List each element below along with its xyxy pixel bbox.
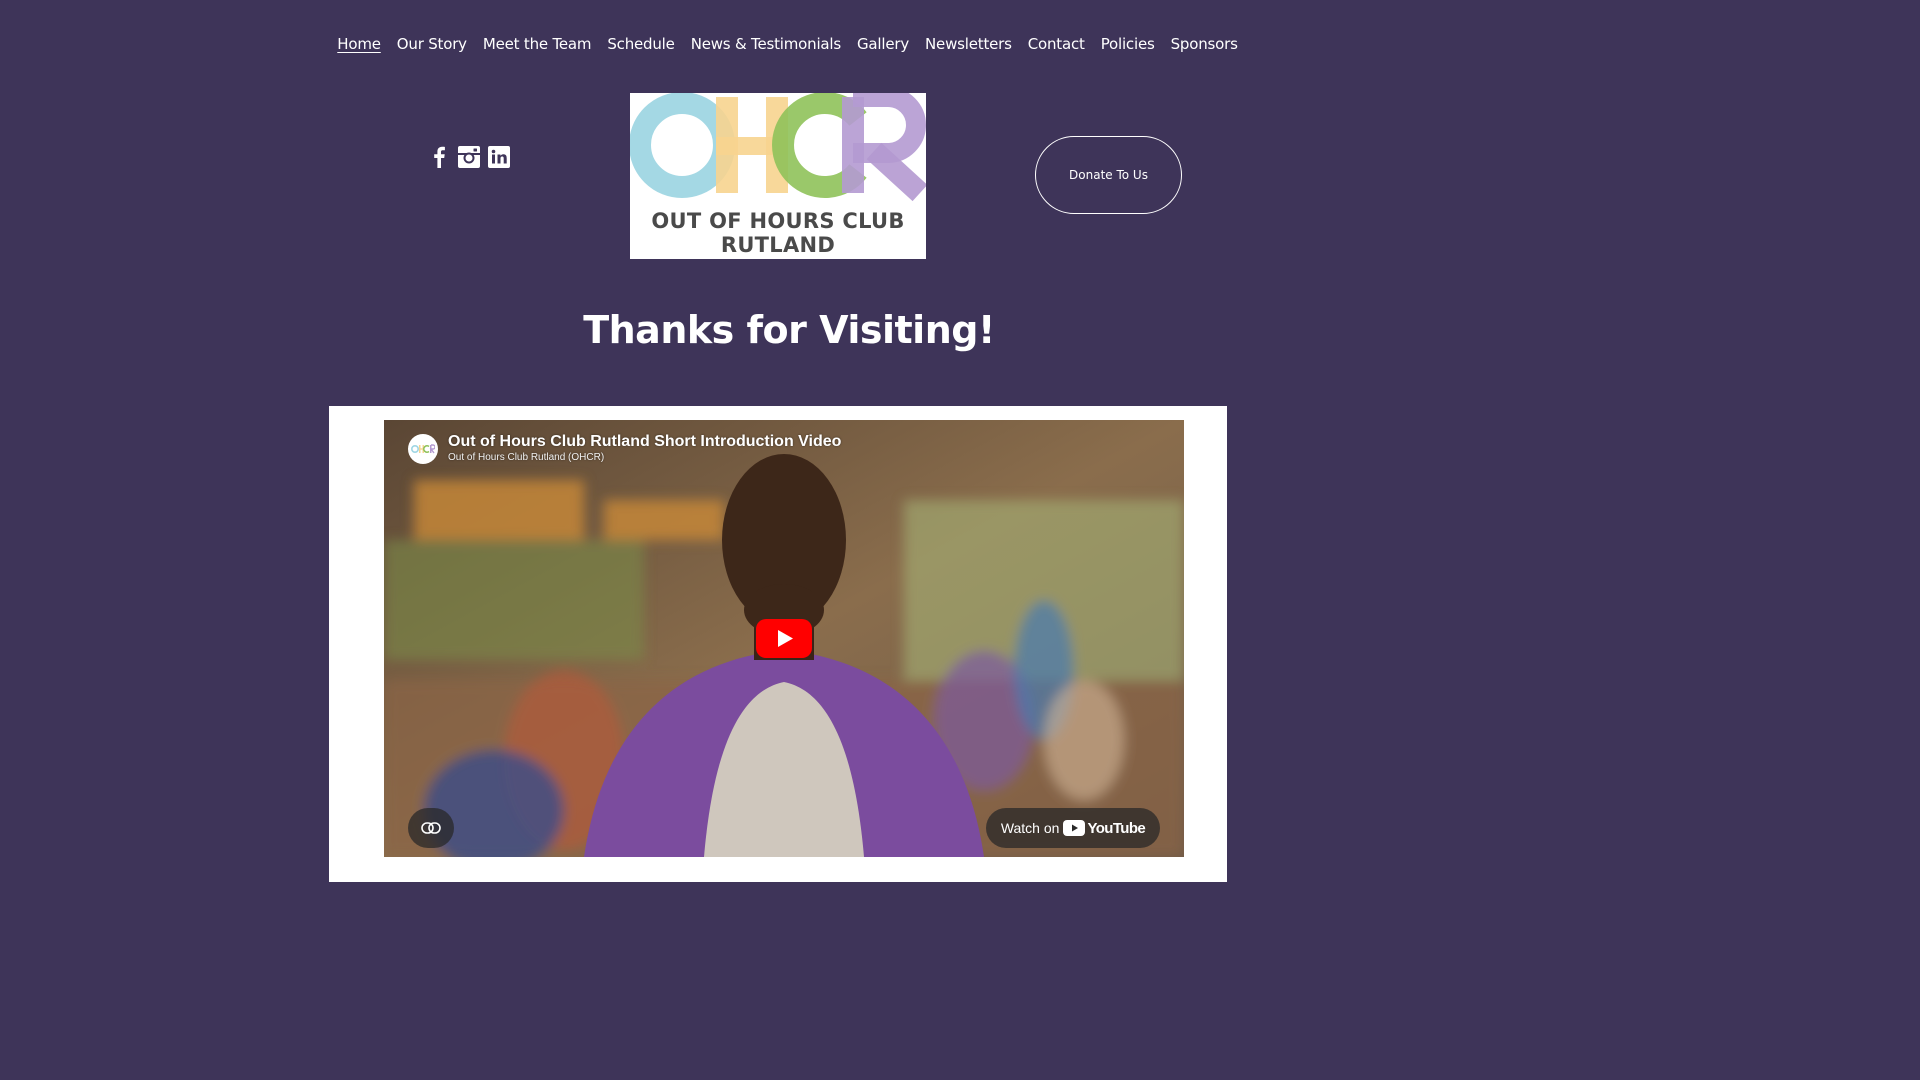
linkedin-icon[interactable]	[488, 146, 510, 168]
nav-schedule[interactable]: Schedule	[607, 32, 675, 56]
logo-letters	[630, 93, 926, 202]
nav-gallery[interactable]: Gallery	[857, 32, 909, 56]
channel-avatar[interactable]	[408, 434, 438, 464]
logo-line-1: OUT OF HOURS CLUB	[651, 209, 905, 233]
nav-contact[interactable]: Contact	[1028, 32, 1085, 56]
play-icon	[756, 619, 812, 658]
main-nav: Home Our Story Meet the Team Schedule Ne…	[0, 32, 1568, 56]
video-channel[interactable]: Out of Hours Club Rutland (OHCR)	[448, 452, 841, 464]
play-button[interactable]	[756, 619, 812, 658]
logo-caption: OUT OF HOURS CLUB RUTLAND	[630, 209, 926, 257]
watch-on-label: Watch on	[1000, 820, 1060, 836]
nav-meet-the-team[interactable]: Meet the Team	[483, 32, 592, 56]
logo-line-2: RUTLAND	[720, 233, 836, 257]
copy-link-button[interactable]	[408, 808, 454, 848]
link-icon	[421, 822, 441, 834]
nav-sponsors[interactable]: Sponsors	[1171, 32, 1238, 56]
nav-newsletters[interactable]: Newsletters	[925, 32, 1012, 56]
nav-our-story[interactable]: Our Story	[397, 32, 467, 56]
social-links	[428, 146, 510, 168]
ohcr-mini-logo-icon	[411, 444, 435, 454]
instagram-icon[interactable]	[458, 146, 480, 168]
facebook-icon[interactable]	[428, 146, 450, 168]
nav-home[interactable]: Home	[337, 32, 381, 56]
youtube-logo: YouTube	[1063, 819, 1146, 837]
video-title[interactable]: Out of Hours Club Rutland Short Introduc…	[448, 432, 841, 452]
nav-news-testimonials[interactable]: News & Testimonials	[691, 32, 842, 56]
video-section: Out of Hours Club Rutland Short Introduc…	[329, 406, 1227, 882]
video-header: Out of Hours Club Rutland Short Introduc…	[408, 432, 841, 464]
page-title: Thanks for Visiting!	[583, 308, 995, 352]
youtube-wordmark: YouTube	[1087, 819, 1146, 837]
youtube-icon	[1063, 820, 1086, 836]
nav-policies[interactable]: Policies	[1101, 32, 1155, 56]
page: Home Our Story Meet the Team Schedule Ne…	[0, 0, 1568, 882]
ohcr-logo[interactable]: OUT OF HOURS CLUB RUTLAND	[630, 93, 926, 259]
youtube-embed[interactable]: Out of Hours Club Rutland Short Introduc…	[384, 420, 1184, 857]
watch-on-youtube-button[interactable]: Watch on YouTube	[986, 808, 1160, 848]
donate-button[interactable]: Donate To Us	[1035, 136, 1182, 214]
